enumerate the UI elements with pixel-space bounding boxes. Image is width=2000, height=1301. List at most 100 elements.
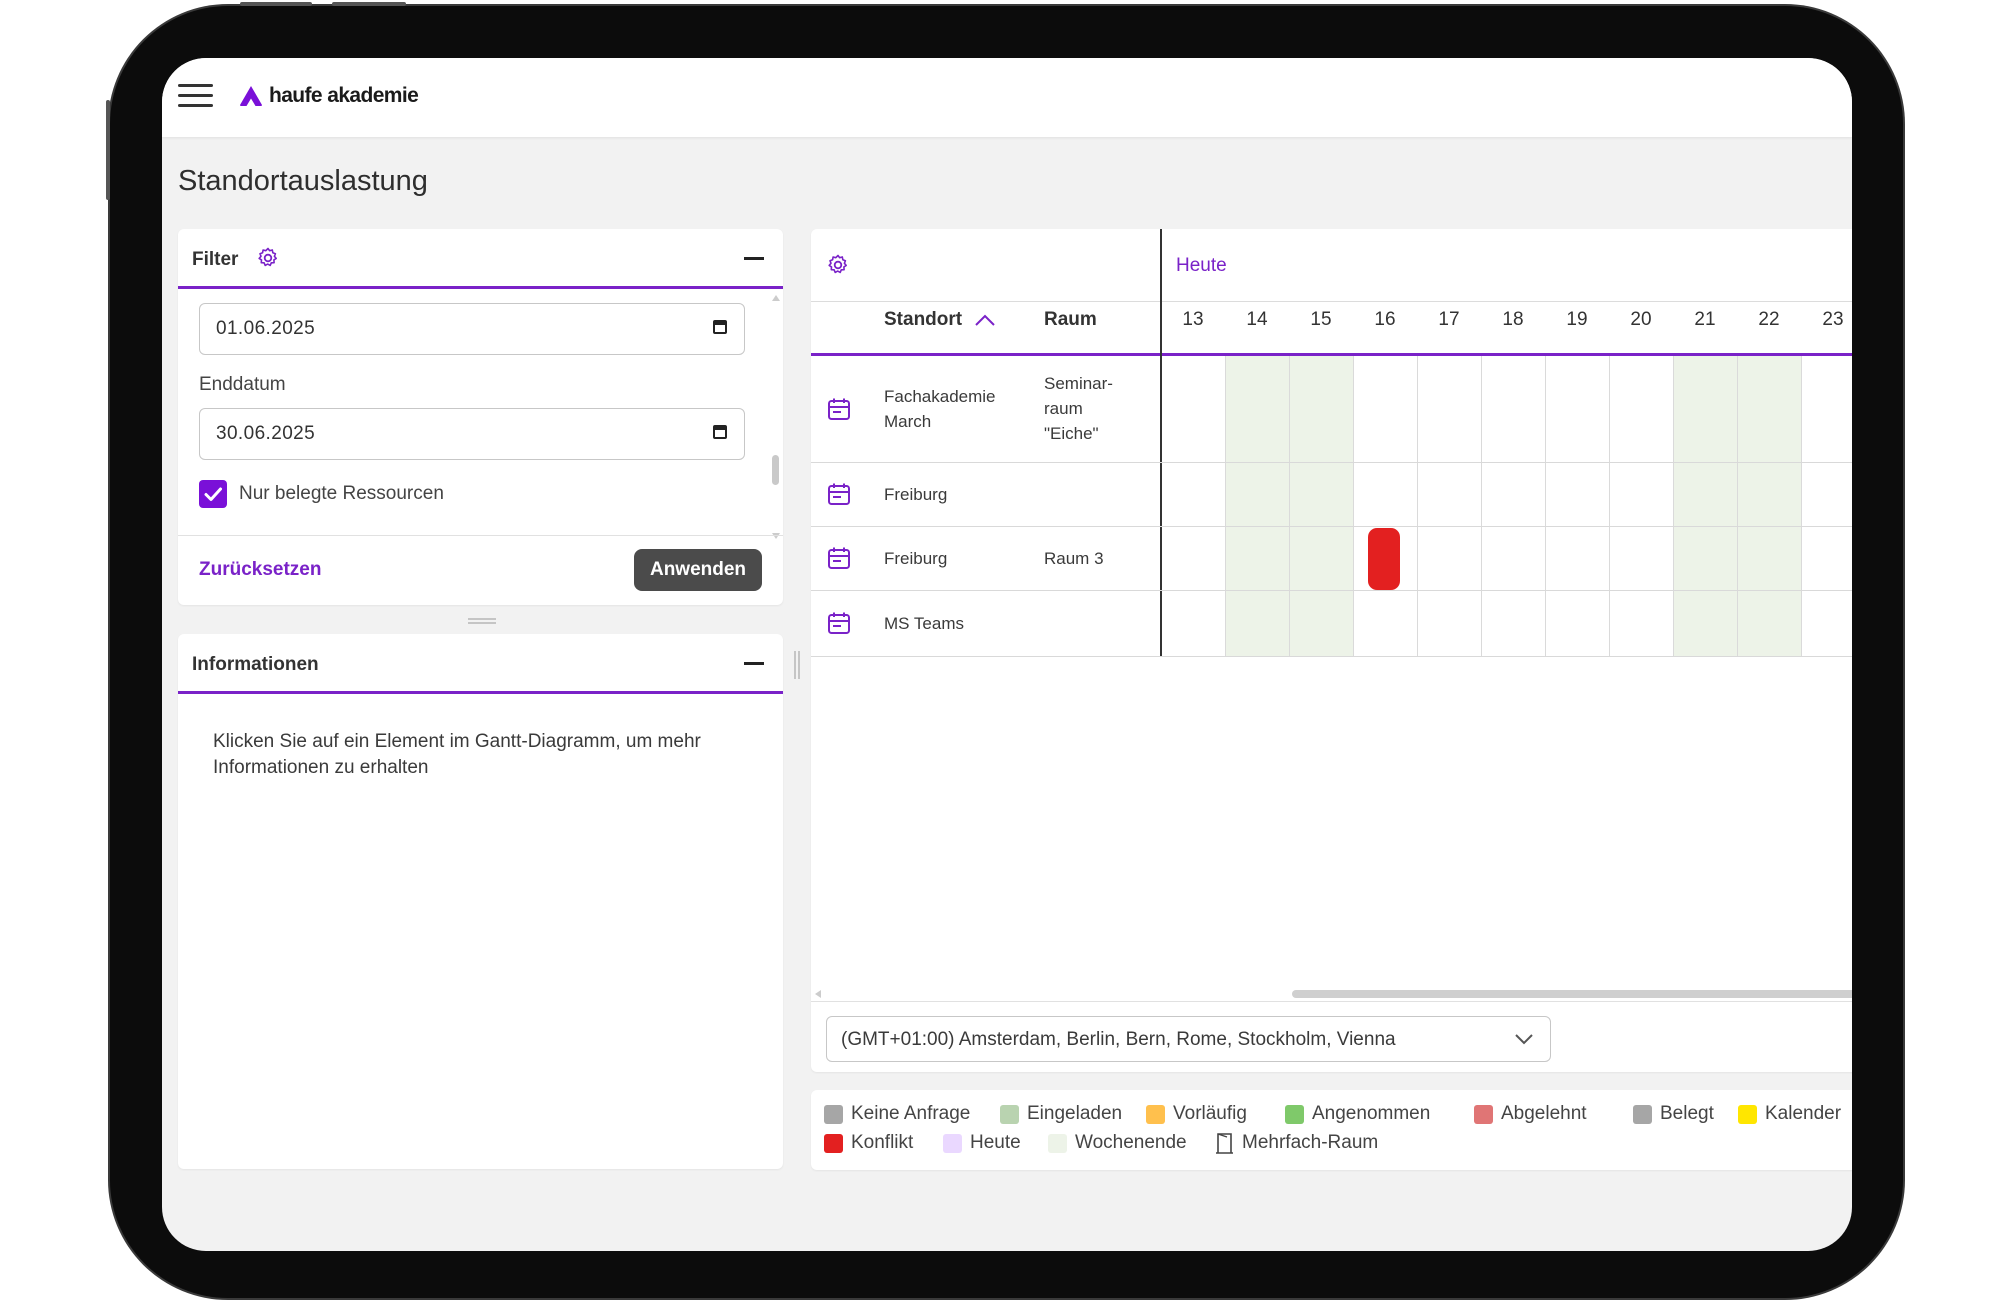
device-button — [106, 100, 110, 200]
info-panel: Informationen Klicken Sie auf ein Elemen… — [178, 634, 783, 1169]
brand-logo[interactable]: haufe akademie — [239, 81, 419, 111]
divider — [811, 1001, 1852, 1002]
only-booked-label: Nur belegte Ressourcen — [239, 483, 444, 504]
apply-button[interactable]: Anwenden — [634, 549, 762, 591]
booking-bar-conflict[interactable] — [1368, 528, 1400, 590]
device-button — [240, 2, 312, 6]
legend-item: Mehrfach-Raum — [1215, 1132, 1378, 1154]
legend-label: Kalender — [1765, 1103, 1842, 1124]
legend-swatch — [824, 1133, 843, 1153]
start-date-input[interactable]: 01.06.2025 — [199, 303, 745, 355]
table-row[interactable]: Fachakademie March Seminar-raum "Eiche" — [811, 356, 1852, 463]
chevron-down-icon[interactable] — [1514, 1032, 1534, 1046]
scrollbar-thumb[interactable] — [1292, 990, 1852, 998]
start-date-value: 01.06.2025 — [216, 318, 316, 339]
day-number: 21 — [1694, 309, 1716, 330]
row-location: Freiburg — [884, 549, 948, 568]
day-number: 17 — [1438, 309, 1460, 330]
legend-swatch — [1738, 1104, 1757, 1124]
legend-label: Mehrfach-Raum — [1242, 1132, 1379, 1153]
legend-swatch — [824, 1104, 843, 1124]
today-label[interactable]: Heute — [1176, 255, 1227, 277]
legend-swatch — [943, 1133, 962, 1153]
menu-icon[interactable] — [178, 84, 213, 108]
legend-item: Angenommen — [1285, 1103, 1430, 1125]
row-room: Raum 3 — [1044, 549, 1104, 568]
calendar-icon[interactable] — [827, 611, 851, 635]
calendar-icon[interactable] — [713, 320, 727, 334]
scroll-up-icon[interactable] — [772, 295, 780, 301]
table-row[interactable]: Freiburg Raum 3 — [811, 526, 1852, 591]
only-booked-checkbox[interactable] — [199, 480, 227, 508]
calendar-icon[interactable] — [827, 482, 851, 506]
scroll-left-icon[interactable] — [815, 990, 821, 998]
info-title: Informationen — [192, 654, 319, 675]
filter-panel: Filter 01.06.2025 Enddatum 30.06.2025 Nu… — [178, 229, 783, 605]
row-location: Freiburg — [884, 485, 948, 504]
table-row[interactable]: MS Teams — [811, 590, 1852, 657]
brand-name: haufe akademie — [269, 84, 419, 107]
end-date-input[interactable]: 30.06.2025 — [199, 408, 745, 460]
legend-label: Wochenende — [1075, 1132, 1187, 1153]
sort-ascending-icon[interactable] — [974, 313, 996, 327]
collapse-info-button[interactable] — [744, 662, 764, 665]
legend-label: Konflikt — [851, 1132, 914, 1153]
legend-label: Abgelehnt — [1501, 1103, 1587, 1124]
top-bar: haufe akademie — [162, 58, 1852, 137]
legend-swatch — [1633, 1104, 1652, 1124]
end-date-label: Enddatum — [199, 374, 286, 395]
row-room: Seminar-raum "Eiche" — [1044, 374, 1113, 443]
day-number: 20 — [1630, 309, 1652, 330]
day-number: 16 — [1374, 309, 1396, 330]
device-button — [332, 2, 406, 6]
filter-header: Filter — [178, 229, 783, 289]
collapse-filter-button[interactable] — [744, 257, 764, 260]
legend-swatch — [1285, 1104, 1304, 1124]
legend-item: Vorläufig — [1146, 1103, 1247, 1125]
vertical-resize-handle[interactable] — [468, 618, 496, 624]
timezone-select[interactable]: (GMT+01:00) Amsterdam, Berlin, Bern, Rom… — [826, 1016, 1551, 1062]
row-location: MS Teams — [884, 614, 964, 633]
end-date-value: 30.06.2025 — [216, 423, 316, 444]
legend-label: Belegt — [1660, 1103, 1714, 1124]
door-icon — [1216, 1133, 1233, 1154]
legend-swatch — [1048, 1133, 1067, 1153]
legend-label: Vorläufig — [1173, 1103, 1247, 1124]
info-header: Informationen — [178, 634, 783, 694]
legend-item: Belegt — [1633, 1103, 1714, 1125]
table-row[interactable]: Freiburg — [811, 462, 1852, 527]
horizontal-resize-handle[interactable] — [794, 651, 800, 679]
info-text: Klicken Sie auf ein Element im Gantt-Dia… — [213, 731, 701, 778]
table-header-divider — [811, 301, 1852, 302]
column-header-room[interactable]: Raum — [1044, 309, 1097, 331]
legend-item: Kalender — [1738, 1103, 1841, 1125]
legend-item: Keine Anfrage — [824, 1103, 970, 1125]
gantt-scrollbar[interactable] — [811, 987, 1852, 1001]
scrollbar-thumb[interactable] — [772, 455, 779, 485]
day-number: 14 — [1246, 309, 1268, 330]
column-header-location[interactable]: Standort — [884, 309, 996, 331]
filter-scrollbar[interactable] — [770, 295, 782, 541]
calendar-icon[interactable] — [827, 397, 851, 421]
legend-item: Heute — [943, 1132, 1021, 1154]
gear-icon[interactable] — [826, 253, 850, 277]
calendar-icon[interactable] — [713, 425, 727, 439]
legend-swatch — [1474, 1104, 1493, 1124]
legend-label: Eingeladen — [1027, 1103, 1123, 1124]
checkmark-icon — [204, 487, 222, 501]
timezone-value: (GMT+01:00) Amsterdam, Berlin, Bern, Rom… — [841, 1029, 1396, 1050]
legend-label: Angenommen — [1312, 1103, 1431, 1124]
day-number: 18 — [1502, 309, 1524, 330]
day-number: 13 — [1182, 309, 1204, 330]
filter-title: Filter — [192, 249, 239, 270]
legend-panel: Keine Anfrage Eingeladen Vorläufig Angen… — [811, 1090, 1852, 1170]
day-number: 23 — [1822, 309, 1844, 330]
reset-link[interactable]: Zurücksetzen — [199, 559, 321, 581]
calendar-icon[interactable] — [827, 546, 851, 570]
gear-icon[interactable] — [256, 246, 280, 270]
day-number: 19 — [1566, 309, 1588, 330]
scroll-down-icon[interactable] — [772, 533, 780, 539]
day-number: 22 — [1758, 309, 1780, 330]
legend-label: Heute — [970, 1132, 1021, 1153]
legend-item: Wochenende — [1048, 1132, 1187, 1154]
